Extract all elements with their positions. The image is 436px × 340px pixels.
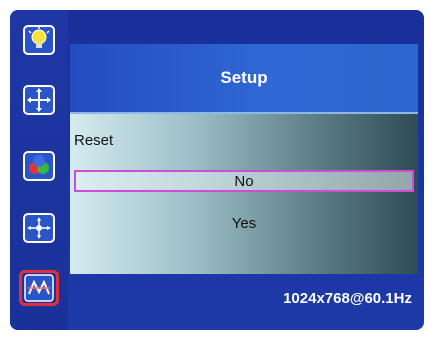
panel-body: Reset No Yes xyxy=(70,114,418,274)
setup-tools-icon xyxy=(24,274,54,302)
option-no[interactable]: No xyxy=(74,170,414,192)
setup-panel: Setup Reset No Yes xyxy=(70,44,418,274)
sidebar-item-setup[interactable] xyxy=(19,270,59,306)
sidebar-item-color[interactable] xyxy=(19,148,59,184)
reset-label: Reset xyxy=(74,132,114,149)
brightness-bulb-icon xyxy=(23,25,55,55)
option-yes[interactable]: Yes xyxy=(74,212,414,234)
option-yes-label: Yes xyxy=(231,214,257,232)
sidebar-item-position[interactable] xyxy=(19,82,59,118)
position-move-icon xyxy=(23,85,55,115)
size-arrows-icon xyxy=(23,213,55,243)
panel-title: Setup xyxy=(220,68,268,87)
panel-header: Setup xyxy=(70,44,418,114)
sidebar-item-brightness[interactable] xyxy=(19,22,59,58)
sidebar-item-size[interactable] xyxy=(19,210,59,246)
resolution-readout: 1024x768@60.1Hz xyxy=(283,290,412,307)
color-balls-icon xyxy=(23,151,55,181)
option-no-label: No xyxy=(234,172,254,190)
sidebar xyxy=(10,10,68,330)
osd-menu: Setup Reset No Yes 1024x768@60.1Hz xyxy=(10,10,424,330)
